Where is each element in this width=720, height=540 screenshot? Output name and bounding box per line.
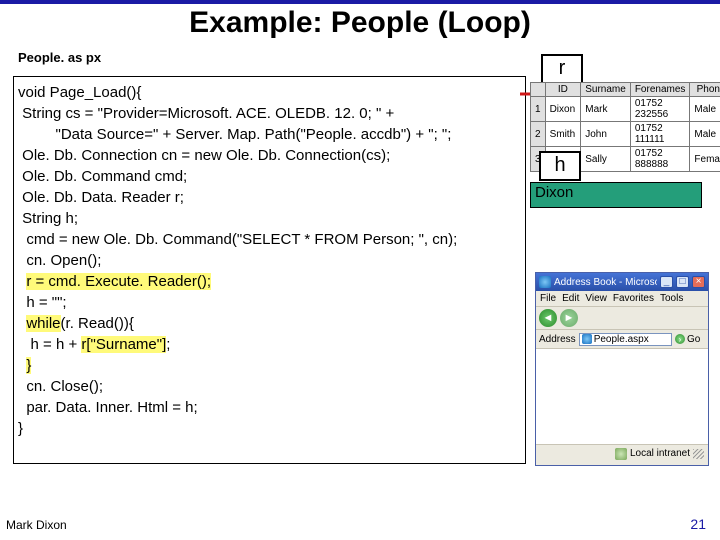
browser-window: Address Book - Microsoft I… _ □ × File E… — [535, 272, 709, 466]
table-header: Forenames — [630, 83, 690, 97]
table-row: 1 Dixon Mark 01752 232556 Male — [531, 97, 720, 122]
go-button[interactable]: › Go — [675, 332, 705, 346]
browser-toolbar: ◄ ► — [536, 307, 708, 330]
table-row: 2 Smith John 01752 111111 Male — [531, 122, 720, 147]
ie-icon — [539, 276, 551, 288]
back-button[interactable]: ◄ — [539, 309, 557, 327]
page-icon — [582, 334, 592, 344]
variable-box-r: r — [541, 54, 583, 84]
browser-menubar[interactable]: File Edit View Favorites Tools — [536, 291, 708, 307]
table-header: ID — [545, 83, 581, 97]
stop-icon[interactable] — [581, 312, 593, 324]
table-header: Surname — [581, 83, 631, 97]
slide-title: Example: People (Loop) — [0, 6, 720, 40]
menu-view[interactable]: View — [585, 293, 607, 304]
footer-author: Mark Dixon — [6, 518, 67, 532]
browser-content — [536, 349, 708, 444]
close-button[interactable]: × — [692, 276, 705, 288]
table-header: Phone — [690, 83, 720, 97]
go-icon: › — [675, 334, 685, 344]
code-block: void Page_Load(){ String cs = "Provider=… — [13, 76, 526, 464]
browser-titlebar: Address Book - Microsoft I… _ □ × — [536, 273, 708, 291]
browser-statusbar: Local intranet — [536, 444, 708, 462]
resize-grip-icon[interactable] — [693, 449, 704, 459]
footer-pagenum: 21 — [690, 516, 706, 532]
code-filename: People. as px — [18, 51, 104, 64]
minimize-button[interactable]: _ — [660, 276, 673, 288]
menu-edit[interactable]: Edit — [562, 293, 579, 304]
value-box-h: Dixon — [530, 182, 702, 208]
menu-tools[interactable]: Tools — [660, 293, 683, 304]
address-bar: Address People.aspx › Go — [536, 330, 708, 349]
maximize-button[interactable]: □ — [676, 276, 689, 288]
browser-title: Address Book - Microsoft I… — [554, 277, 657, 288]
menu-favorites[interactable]: Favorites — [613, 293, 654, 304]
address-input[interactable]: People.aspx — [579, 333, 672, 346]
variable-box-h: h — [539, 151, 581, 181]
menu-file[interactable]: File — [540, 293, 556, 304]
status-text: Local intranet — [630, 448, 690, 459]
address-label: Address — [539, 334, 576, 345]
zone-icon — [615, 448, 627, 460]
forward-button[interactable]: ► — [560, 309, 578, 327]
